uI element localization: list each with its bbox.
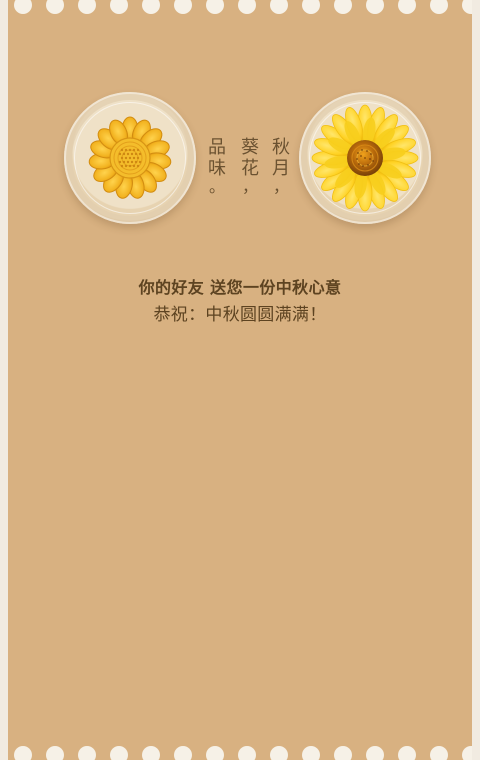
sunflower-plate (299, 92, 431, 224)
greeting-card: 品 味 。 葵 花 ， 秋 月 ， 你的好友 送您一份中秋心意 恭祝：中秋圆圆满… (8, 0, 472, 760)
poem-char: 葵 (241, 137, 260, 158)
greeting-line-1: 你的好友 送您一份中秋心意 (138, 278, 342, 297)
poem-char: 秋 (272, 137, 291, 158)
poem-punctuation: 。 (208, 177, 226, 196)
top-scallop-edge (8, 0, 472, 14)
poem-punctuation: ， (272, 177, 290, 196)
sunflower-icon (311, 104, 419, 212)
poem-column-2: 葵 花 ， (241, 137, 260, 200)
poem-column-3: 秋 月 ， (272, 137, 291, 200)
poem-punctuation: ， (241, 177, 259, 196)
greeting-line-2: 恭祝：中秋圆圆满满！ (153, 305, 327, 325)
mooncake-icon (88, 116, 172, 199)
poem-char: 品 (208, 137, 227, 158)
bottom-scallop-edge (8, 746, 472, 760)
page: 品 味 。 葵 花 ， 秋 月 ， 你的好友 送您一份中秋心意 恭祝：中秋圆圆满… (0, 0, 480, 760)
mooncake-plate (64, 92, 196, 224)
poem-column-1: 品 味 。 (208, 137, 227, 200)
